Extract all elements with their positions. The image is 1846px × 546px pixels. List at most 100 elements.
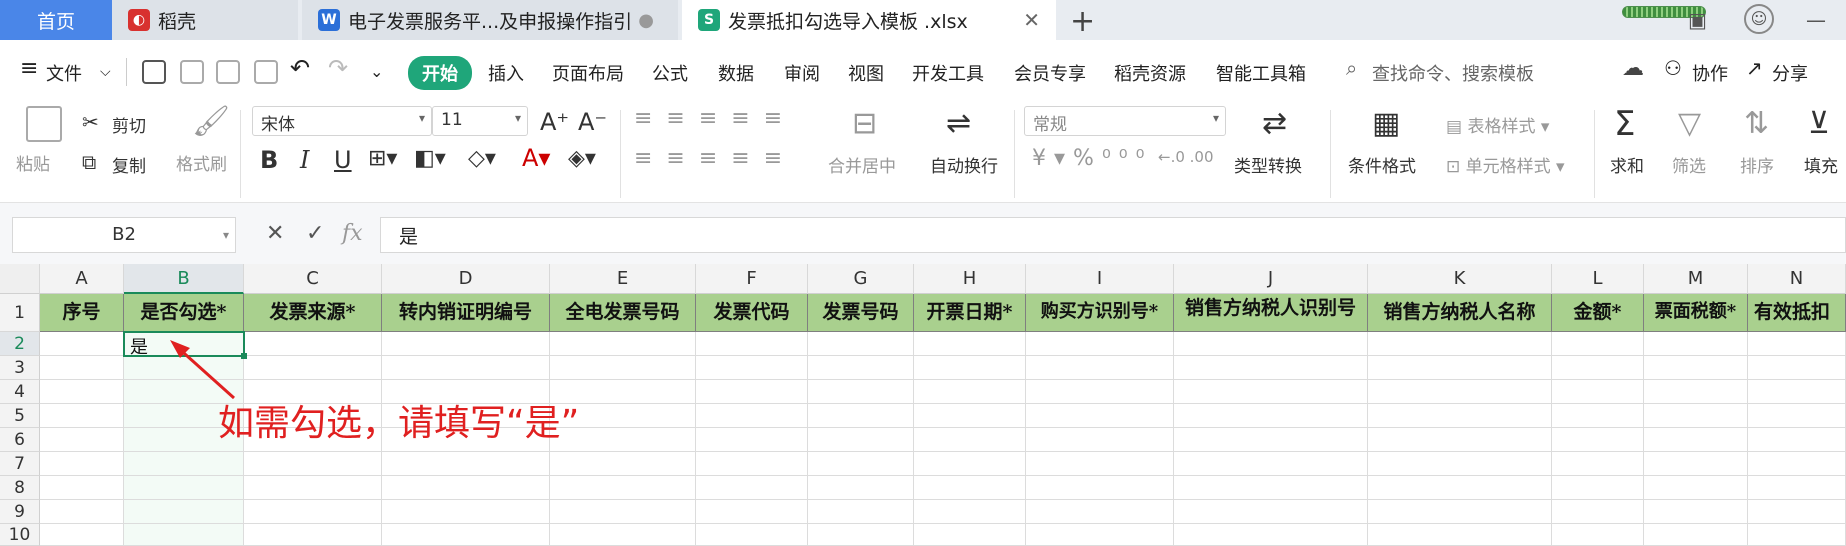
align-top-icons[interactable]: ≡≡≡≡≡ [634, 106, 796, 131]
header-cell-k1[interactable]: 销售方纳税人名称 [1368, 294, 1552, 332]
save-icon[interactable] [142, 60, 166, 84]
col-header-a[interactable]: A [40, 264, 124, 294]
column-m-cells[interactable] [1644, 332, 1748, 546]
tab-word-doc[interactable]: W 电子发票服务平...及申报操作指引 ● [302, 0, 678, 40]
tab-review[interactable]: 审阅 [784, 60, 820, 86]
sum-button[interactable]: 求和 [1610, 152, 1644, 177]
minimize-icon[interactable]: — [1806, 8, 1826, 32]
collaborate-button[interactable]: 协作 [1692, 60, 1728, 86]
search-icon[interactable]: ⌕ [1346, 56, 1357, 80]
font-name-select[interactable]: 宋体 ▾ [252, 106, 432, 136]
header-cell-d1[interactable]: 转内销证明编号 [382, 294, 550, 332]
row-header-2[interactable]: 2 [0, 332, 40, 356]
col-header-i[interactable]: I [1026, 264, 1174, 294]
tab-home[interactable]: 首页 [0, 0, 112, 40]
tab-docer[interactable]: ◐ 稻壳 [112, 0, 298, 40]
column-k-cells[interactable] [1368, 332, 1552, 546]
col-header-c[interactable]: C [244, 264, 382, 294]
paste-icon[interactable] [26, 106, 62, 142]
tab-insert[interactable]: 插入 [488, 60, 524, 86]
col-header-l[interactable]: L [1552, 264, 1644, 294]
font-color-icon[interactable]: A▾ [522, 144, 550, 172]
column-j-cells[interactable] [1174, 332, 1368, 546]
new-tab-button[interactable]: + [1070, 4, 1095, 39]
col-header-d[interactable]: D [382, 264, 550, 294]
col-header-g[interactable]: G [808, 264, 914, 294]
tab-spreadsheet[interactable]: S 发票抵扣勾选导入模板 .xlsx ✕ [682, 0, 1056, 40]
header-cell-g1[interactable]: 发票号码 [808, 294, 914, 332]
col-header-m[interactable]: M [1644, 264, 1748, 294]
fx-icon[interactable]: fx [342, 221, 363, 246]
column-a-cells[interactable] [40, 332, 124, 546]
tab-developer[interactable]: 开发工具 [912, 60, 984, 86]
close-tab-icon[interactable]: ✕ [1023, 8, 1040, 32]
col-header-h[interactable]: H [914, 264, 1026, 294]
share-button[interactable]: 分享 [1772, 60, 1808, 86]
table-style-button[interactable]: ▤ 表格样式 ▾ [1446, 112, 1549, 137]
row-header-3[interactable]: 3 [0, 356, 40, 380]
confirm-icon[interactable]: ✓ [306, 221, 324, 246]
cloud-sync-icon[interactable]: ☁ [1622, 56, 1644, 81]
row-header-8[interactable]: 8 [0, 476, 40, 500]
column-i-cells[interactable] [1026, 332, 1174, 546]
header-cell-c1[interactable]: 发票来源* [244, 294, 382, 332]
col-header-e[interactable]: E [550, 264, 696, 294]
highlight-icon[interactable]: ◇▾ [468, 146, 496, 171]
column-g-cells[interactable] [808, 332, 914, 546]
number-format-icons[interactable]: ¥▾%⁰⁰⁰ [1032, 146, 1152, 171]
tab-view[interactable]: 视图 [848, 60, 884, 86]
cut-button[interactable]: 剪切 [112, 112, 146, 137]
column-h-cells[interactable] [914, 332, 1026, 546]
row-header-4[interactable]: 4 [0, 380, 40, 404]
decrease-font-icon[interactable]: A⁻ [578, 108, 607, 136]
header-cell-e1[interactable]: 全电发票号码 [550, 294, 696, 332]
col-header-b[interactable]: B [124, 264, 244, 294]
name-box[interactable]: B2 ▾ [12, 217, 236, 253]
print-icon[interactable] [216, 60, 240, 84]
export-pdf-icon[interactable] [180, 60, 204, 84]
header-cell-m1[interactable]: 票面税额* [1644, 294, 1748, 332]
col-header-f[interactable]: F [696, 264, 808, 294]
tab-start[interactable]: 开始 [408, 56, 472, 90]
column-l-cells[interactable] [1552, 332, 1644, 546]
column-f-cells[interactable] [696, 332, 808, 546]
chevron-down-icon[interactable]: ⌵ [100, 64, 111, 80]
number-format-select[interactable]: 常规 ▾ [1024, 106, 1226, 136]
tab-data[interactable]: 数据 [718, 60, 754, 86]
row-header-7[interactable]: 7 [0, 452, 40, 476]
fill-color-icon[interactable]: ◧▾ [414, 146, 446, 171]
col-header-j[interactable]: J [1174, 264, 1368, 294]
formula-input[interactable]: 是 [380, 217, 1846, 253]
conditional-format-button[interactable]: 条件格式 [1348, 152, 1416, 177]
font-size-select[interactable]: 11 ▾ [432, 106, 528, 136]
tab-smart-toolbox[interactable]: 智能工具箱 [1216, 60, 1306, 86]
merge-center-button[interactable]: 合并居中 [828, 152, 896, 177]
increase-font-icon[interactable]: A⁺ [540, 108, 569, 136]
tab-page-layout[interactable]: 页面布局 [552, 60, 624, 86]
menu-file[interactable]: 文件 [46, 60, 82, 86]
row-header-9[interactable]: 9 [0, 500, 40, 524]
select-all-corner[interactable] [0, 264, 40, 294]
col-header-n[interactable]: N [1748, 264, 1846, 294]
copy-button[interactable]: 复制 [112, 152, 146, 177]
header-cell-j1[interactable]: 销售方纳税人识别号 [1174, 294, 1368, 332]
search-command-input[interactable]: 查找命令、搜索模板 [1372, 60, 1534, 86]
header-cell-l1[interactable]: 金额* [1552, 294, 1644, 332]
tab-docer-resources[interactable]: 稻壳资源 [1114, 60, 1186, 86]
row-header-5[interactable]: 5 [0, 404, 40, 428]
sort-button[interactable]: 排序 [1740, 152, 1774, 177]
header-cell-a1[interactable]: 序号 [40, 294, 124, 332]
customize-toolbar-icon[interactable]: ⌄ [370, 62, 383, 81]
hamburger-icon[interactable]: ≡ [20, 56, 38, 81]
header-cell-h1[interactable]: 开票日期* [914, 294, 1026, 332]
align-left-icons[interactable]: ≡≡≡≡≡ [634, 146, 796, 171]
redo-icon[interactable]: ↷ [328, 54, 348, 82]
format-painter-button[interactable]: 格式刷 [176, 150, 227, 175]
row-header-1[interactable]: 1 [0, 294, 40, 332]
clear-format-icon[interactable]: ◈▾ [568, 146, 596, 171]
bold-icon[interactable]: B [260, 146, 278, 174]
share-icon[interactable]: ↗ [1746, 56, 1763, 80]
underline-icon[interactable]: U [334, 146, 352, 174]
wrap-text-button[interactable]: 自动换行 [930, 152, 998, 177]
print-preview-icon[interactable] [254, 60, 278, 84]
